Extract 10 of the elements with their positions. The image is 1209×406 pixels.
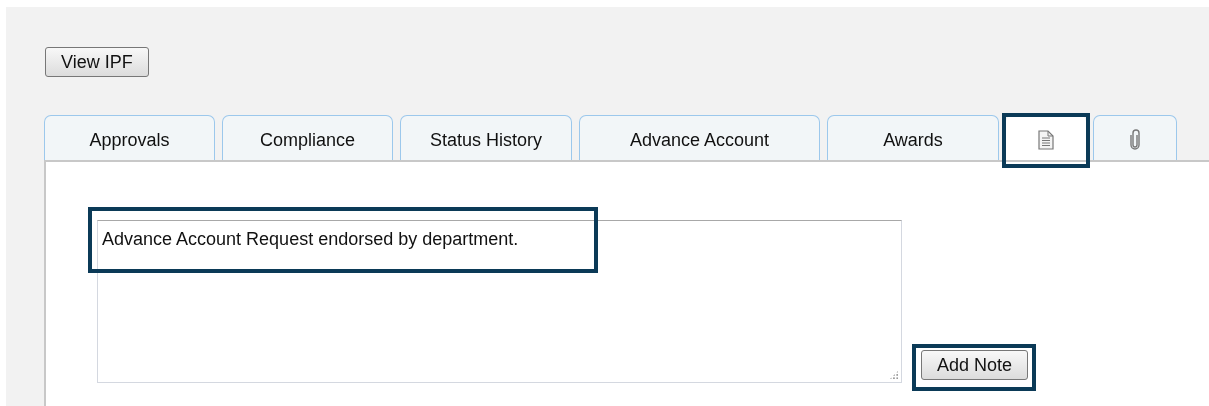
add-note-button[interactable]: Add Note: [921, 350, 1029, 380]
tab[interactable]: Compliance: [222, 115, 393, 160]
tab[interactable]: Approvals: [44, 115, 215, 160]
tab[interactable]: Awards: [827, 115, 999, 160]
note-field[interactable]: Advance Account Request endorsed by department.: [97, 220, 902, 383]
document-icon: [1038, 130, 1054, 150]
tab[interactable]: Status History: [400, 115, 572, 160]
view-ipf-button[interactable]: View IPF: [45, 47, 149, 77]
paperclip-icon: [1129, 129, 1141, 151]
tab[interactable]: Advance Account: [579, 115, 820, 160]
